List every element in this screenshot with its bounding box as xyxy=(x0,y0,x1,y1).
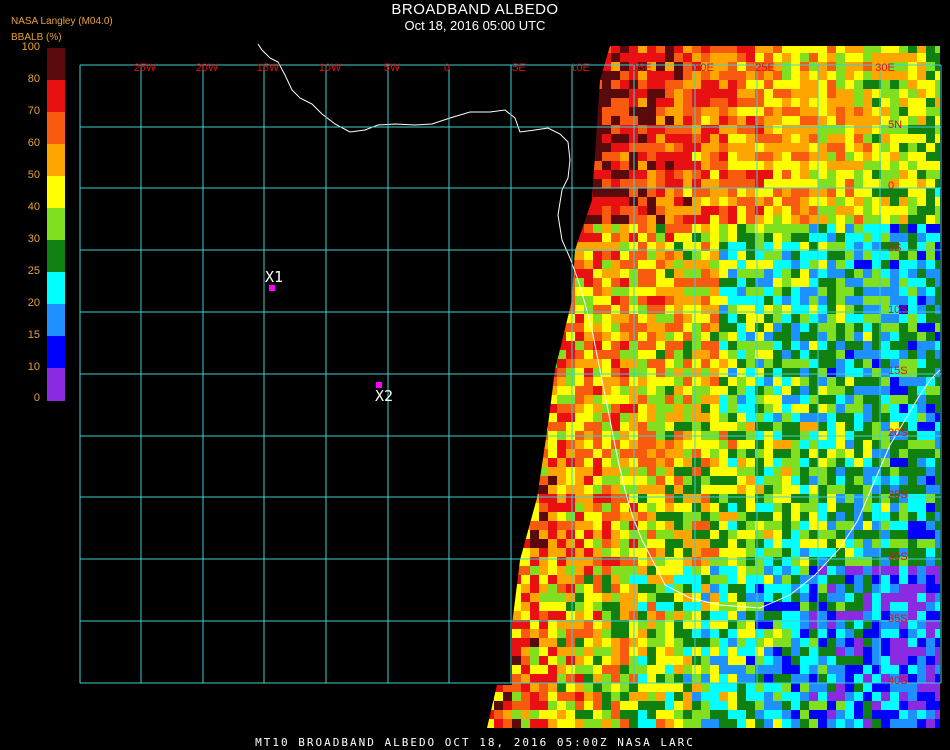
longitude-label: 10E xyxy=(570,62,590,74)
latitude-label: 40S xyxy=(888,675,908,687)
legend-swatch xyxy=(47,208,65,241)
albedo-map: 25W 20W 15W 10W 5W 0 5E 10E 15E 20E 25E 30E 5N 0 5S 10… xyxy=(79,43,942,728)
longitude-label: 15W xyxy=(257,62,280,74)
latitude-label: 20S xyxy=(888,427,908,439)
legend-swatch xyxy=(47,336,65,369)
longitude-label: 0 xyxy=(444,62,450,74)
legend-swatch xyxy=(47,304,65,337)
legend-tick-label: 60 xyxy=(27,137,40,149)
latitude-label: 0 xyxy=(888,180,894,192)
legend-tick-label: 80 xyxy=(27,73,40,85)
longitude-label: 5W xyxy=(384,62,401,74)
legend-swatch xyxy=(47,240,65,273)
latitude-label: 5N xyxy=(888,119,902,131)
legend-tick-label: 0 xyxy=(33,392,40,404)
legend-swatch xyxy=(47,112,65,145)
legend-tick-label: 100 xyxy=(21,41,40,53)
legend-tick-label: 50 xyxy=(27,169,40,181)
longitude-label: 25E xyxy=(755,62,775,74)
footer-caption: MT10 BROADBAND ALBEDO OCT 18, 2016 05:00… xyxy=(255,736,695,749)
legend-swatch xyxy=(47,272,65,305)
longitude-label: 30E xyxy=(875,62,895,74)
longitude-label: 20E xyxy=(694,62,714,74)
longitude-label: 5E xyxy=(512,62,525,74)
legend-tick-label: 15 xyxy=(27,329,40,341)
marker-x1-label: X1 xyxy=(265,268,284,286)
latitude-label: 5S xyxy=(888,242,901,254)
latitude-label: 10S xyxy=(888,304,908,316)
latitude-label: 15S xyxy=(888,365,908,377)
legend-tick-label: 70 xyxy=(27,105,40,117)
latitude-label: 30S xyxy=(888,551,908,563)
longitude-label: 10W xyxy=(319,62,342,74)
legend-swatch xyxy=(47,80,65,113)
map-timestamp: Oct 18, 2016 05:00 UTC xyxy=(404,18,546,33)
latitude-label: 25S xyxy=(888,489,908,501)
legend-swatch xyxy=(47,144,65,177)
longitude-label: 25W xyxy=(134,62,157,74)
legend-swatch xyxy=(47,48,65,81)
legend-tick-label: 10 xyxy=(27,361,40,373)
longitude-label: 15E xyxy=(632,62,652,74)
data-source: NASA Langley (M04.0) xyxy=(11,16,113,27)
legend-tick-label: 25 xyxy=(27,265,40,277)
legend-tick-label: 40 xyxy=(27,201,40,213)
map-title: BROADBAND ALBEDO xyxy=(391,1,559,18)
latitude-label: 35S xyxy=(888,613,908,625)
legend-tick-label: 30 xyxy=(27,233,40,245)
legend-tick-label: 20 xyxy=(27,297,40,309)
legend-swatch xyxy=(47,368,65,401)
color-legend xyxy=(47,48,65,401)
marker-x2-label: X2 xyxy=(375,387,394,405)
longitude-label: 20W xyxy=(196,62,219,74)
legend-swatch xyxy=(47,176,65,209)
